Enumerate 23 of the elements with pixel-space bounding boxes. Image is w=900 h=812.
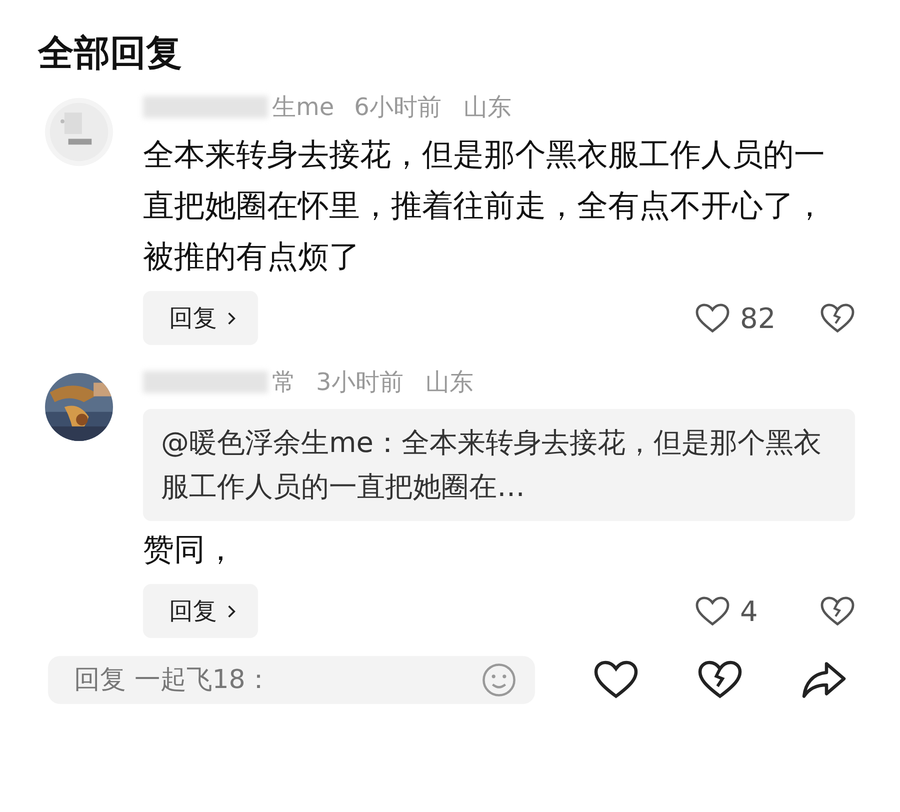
comment-text: 全本来转身去接花，但是那个黑衣服工作人员的一直把她圈在怀里，推着往前走，全有点不开心了，被推的有点烦了 bbox=[143, 136, 826, 277]
comment-time: 3小时前 bbox=[316, 367, 404, 398]
broken-heart-icon[interactable] bbox=[820, 596, 855, 626]
heart-icon[interactable] bbox=[695, 596, 730, 626]
comment-time: 6小时前 bbox=[354, 92, 442, 123]
quoted-comment: @暖色浮余生me：全本来转身去接花，但是那个黑衣服工作人员的一直把她圈在… bbox=[143, 409, 855, 521]
broken-heart-icon[interactable] bbox=[697, 660, 743, 700]
comment-text: 赞同， bbox=[143, 531, 237, 570]
reply-button[interactable]: 回复 bbox=[143, 291, 258, 345]
broken-heart-icon[interactable] bbox=[820, 302, 855, 334]
section-title: 全部回复 bbox=[38, 32, 183, 76]
smiley-icon[interactable] bbox=[481, 662, 517, 698]
heart-icon[interactable] bbox=[695, 302, 730, 334]
like-count: 82 bbox=[740, 302, 777, 334]
chevron-icon bbox=[227, 310, 236, 326]
comment-location: 山东 bbox=[425, 367, 474, 398]
reply-input[interactable]: 回复 一起飞18： bbox=[48, 656, 535, 704]
reply-button[interactable]: 回复 bbox=[143, 584, 258, 638]
chevron-icon bbox=[227, 604, 236, 618]
like-count: 4 bbox=[740, 594, 759, 628]
heart-icon[interactable] bbox=[593, 660, 639, 700]
share-icon[interactable] bbox=[801, 660, 847, 700]
comment-location: 山东 bbox=[463, 92, 512, 123]
